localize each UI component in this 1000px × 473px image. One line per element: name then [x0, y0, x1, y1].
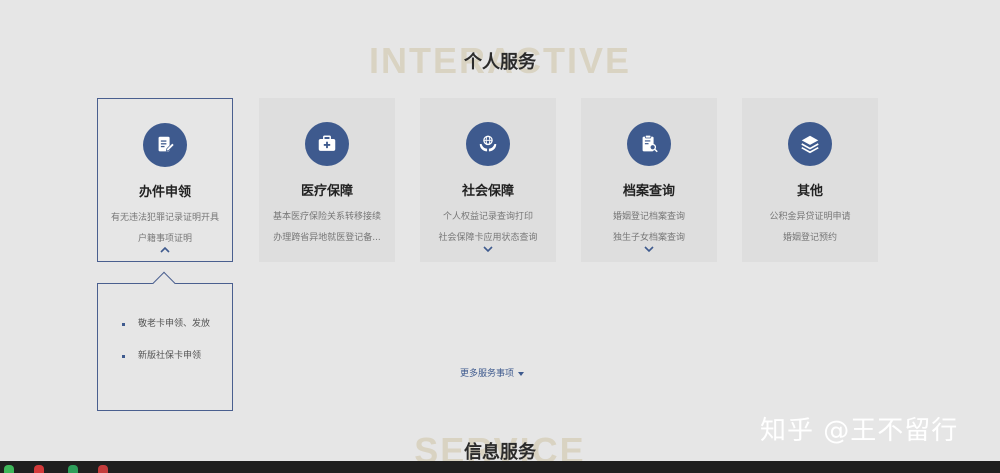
- card-line[interactable]: 个人权益记录查询打印: [424, 209, 552, 222]
- card-line[interactable]: 办理跨省异地就医登记备...: [263, 230, 391, 243]
- card-line[interactable]: 户籍事项证明: [102, 231, 228, 244]
- card-line[interactable]: 有无违法犯罪记录证明开具: [102, 210, 228, 223]
- card-line[interactable]: 基本医疗保险关系转移接续: [263, 209, 391, 222]
- dropdown-item-label: 新版社保卡申领: [138, 351, 202, 361]
- bullet-icon: [122, 323, 125, 326]
- section-header-personal: INTERACTIVE 个人服务: [0, 38, 1000, 82]
- card-line[interactable]: 婚姻登记档案查询: [585, 209, 713, 222]
- taskbar-app-icon[interactable]: [4, 465, 14, 473]
- dropdown-item-label: 敬老卡申领、发放: [138, 319, 211, 329]
- card-title: 医疗保障: [300, 184, 353, 199]
- clipboard-search-icon: [627, 122, 671, 166]
- chevron-up-icon[interactable]: [159, 245, 171, 255]
- medical-kit-icon: [305, 122, 349, 166]
- card-title: 办件申领: [138, 185, 191, 200]
- more-services-label: 更多服务事项: [460, 369, 515, 379]
- card-title: 档案查询: [622, 184, 675, 199]
- service-card-banjian[interactable]: 办件申领 有无违法犯罪记录证明开具 户籍事项证明: [97, 98, 233, 262]
- taskbar-app-icon[interactable]: [68, 465, 78, 473]
- card-line[interactable]: 公积金异贷证明申请: [746, 209, 874, 222]
- service-card-dangan[interactable]: 档案查询 婚姻登记档案查询 独生子女档案查询: [581, 98, 717, 262]
- card-line[interactable]: 独生子女档案查询: [585, 230, 713, 243]
- dropdown-item[interactable]: 新版社保卡申领: [118, 346, 218, 366]
- layers-icon: [788, 122, 832, 166]
- taskbar: [0, 461, 1000, 473]
- service-card-yiliao[interactable]: 医疗保障 基本医疗保险关系转移接续 办理跨省异地就医登记备...: [259, 98, 395, 262]
- card-title: 其他: [796, 184, 823, 199]
- dropdown-notch: [152, 271, 176, 295]
- card-line[interactable]: 婚姻登记预约: [746, 230, 874, 243]
- chevron-down-icon[interactable]: [643, 244, 655, 254]
- caret-down-icon: [518, 371, 525, 376]
- watermark: 知乎 @王不留行: [760, 416, 959, 446]
- card-line[interactable]: 社会保障卡应用状态查询: [424, 230, 552, 243]
- dropdown-panel: 敬老卡申领、发放 新版社保卡申领: [97, 271, 233, 411]
- section-title: 个人服务: [464, 52, 536, 73]
- bullet-icon: [122, 355, 125, 358]
- edit-document-icon: [143, 123, 187, 167]
- taskbar-app-icon[interactable]: [34, 465, 44, 473]
- service-card-qita[interactable]: 其他 公积金异贷证明申请 婚姻登记预约: [742, 98, 878, 262]
- dropdown-item[interactable]: 敬老卡申领、发放: [118, 314, 218, 334]
- dropdown-list: 敬老卡申领、发放 新版社保卡申领: [118, 314, 218, 366]
- service-card-shehui[interactable]: 社会保障 个人权益记录查询打印 社会保障卡应用状态查询: [420, 98, 556, 262]
- taskbar-app-icon[interactable]: [98, 465, 108, 473]
- globe-hands-icon: [466, 122, 510, 166]
- more-services-link[interactable]: 更多服务事项: [460, 366, 525, 379]
- card-title: 社会保障: [461, 184, 514, 199]
- chevron-down-icon[interactable]: [482, 244, 494, 254]
